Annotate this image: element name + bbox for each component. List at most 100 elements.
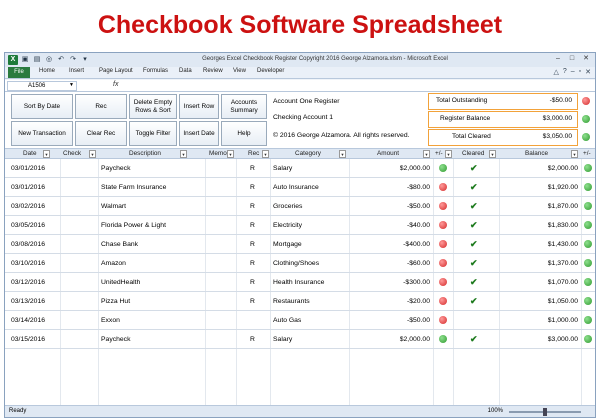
customize-dropdown-icon[interactable]: ▾	[80, 55, 90, 65]
category-filter-icon[interactable]: ▼	[339, 150, 346, 158]
tab-file[interactable]: File	[8, 67, 30, 78]
ribbon-right-icons: △ ? – ▫ ✕	[553, 68, 591, 76]
cleared-check-icon[interactable]: ✔	[470, 296, 478, 307]
table-row[interactable]: 03/05/2016 Florida Power & Light R Electric…	[5, 216, 595, 235]
new-transaction-button[interactable]: New Transaction	[11, 121, 73, 146]
date-filter-icon[interactable]: ▼	[43, 150, 50, 158]
cell-amount: -$300.00	[403, 279, 430, 286]
cleared-filter-icon[interactable]: ▼	[489, 150, 496, 158]
cleared-check-icon[interactable]: ✔	[470, 201, 478, 212]
plusminus-filter-icon[interactable]: ▼	[445, 150, 452, 158]
banner: Checkbook Software Spreadsheet	[0, 0, 600, 52]
table-row[interactable]: 03/13/2016 Pizza Hut R Restaurants -$20.00 ✔ $…	[5, 292, 595, 311]
cleared-check-icon[interactable]: ✔	[470, 220, 478, 231]
delete-empty-rows-button[interactable]: Delete Empty Rows & Sort	[129, 94, 177, 119]
cell-balance: $1,430.00	[547, 241, 578, 248]
rec-button[interactable]: Rec	[75, 94, 127, 119]
fx-icon[interactable]: fx	[113, 81, 118, 88]
tab-view[interactable]: View	[233, 68, 246, 74]
cleared-check-icon[interactable]: ✔	[470, 239, 478, 250]
accounts-summary-button[interactable]: Accounts Summary	[221, 94, 267, 119]
excel-app-icon[interactable]: X	[8, 55, 18, 65]
insert-row-button[interactable]: Insert Row	[179, 94, 219, 119]
cell-category: Health Insurance	[273, 279, 325, 286]
find-icon[interactable]: ◎	[44, 55, 54, 65]
cell-balance: $1,370.00	[547, 260, 578, 267]
memo-filter-icon[interactable]: ▼	[227, 150, 234, 158]
table-row[interactable]: 03/08/2016 Chase Bank R Mortgage -$400.00 ✔ $1…	[5, 235, 595, 254]
balance-status-icon	[584, 221, 592, 229]
cleared-check-icon[interactable]: ✔	[470, 182, 478, 193]
help-button[interactable]: Help	[221, 121, 267, 146]
print-icon[interactable]: ▤	[32, 55, 42, 65]
cell-rec: R	[250, 203, 255, 210]
minimize-icon[interactable]: –	[552, 54, 564, 64]
zoom-slider-handle[interactable]	[543, 408, 547, 416]
cleared-check-icon[interactable]: ✔	[470, 277, 478, 288]
undo-icon[interactable]: ↶	[56, 55, 66, 65]
name-box[interactable]: A1506	[7, 81, 77, 91]
redo-icon[interactable]: ↷	[68, 55, 78, 65]
check-filter-icon[interactable]: ▼	[89, 150, 96, 158]
total-outstanding-status-icon	[582, 97, 590, 105]
help-icon[interactable]: ?	[563, 68, 567, 76]
table-row[interactable]: 03/15/2016 Paycheck R Salary $2,000.00 ✔ $3,00…	[5, 330, 595, 349]
insert-date-button[interactable]: Insert Date	[179, 121, 219, 146]
header-category: Category	[295, 150, 321, 157]
balance-status-icon	[584, 259, 592, 267]
window-restore-icon[interactable]: ▫	[579, 68, 581, 76]
header-plusminus-2: +/-	[583, 150, 591, 157]
cell-rec: R	[250, 336, 255, 343]
cleared-check-icon[interactable]: ✔	[470, 334, 478, 345]
clear-rec-button[interactable]: Clear Rec	[75, 121, 127, 146]
register-balance-value: $3,000.00	[542, 115, 572, 122]
sort-by-date-button[interactable]: Sort By Date	[11, 94, 73, 119]
cleared-check-icon[interactable]: ✔	[470, 163, 478, 174]
tab-home[interactable]: Home	[39, 68, 55, 74]
tab-data[interactable]: Data	[179, 68, 192, 74]
cell-amount: -$50.00	[406, 203, 430, 210]
table-row[interactable]: 03/01/2016 Paycheck R Salary $2,000.00 ✔ $2,00…	[5, 159, 595, 178]
total-cleared-label: Total Cleared	[452, 133, 491, 140]
collapse-ribbon-icon[interactable]: △	[553, 68, 558, 76]
tab-insert[interactable]: Insert	[69, 68, 84, 74]
table-row[interactable]: 03/14/2016 Exxon Auto Gas -$50.00 $1,000.00	[5, 311, 595, 330]
amount-filter-icon[interactable]: ▼	[423, 150, 430, 158]
ribbon-tabs: File Home Insert Page Layout Formulas Da…	[5, 67, 595, 79]
tab-developer[interactable]: Developer	[257, 68, 284, 74]
toggle-filter-button[interactable]: Toggle Filter	[129, 121, 177, 146]
rec-filter-icon[interactable]: ▼	[262, 150, 269, 158]
window-minimize-icon[interactable]: –	[571, 68, 575, 76]
cleared-check-icon[interactable]: ✔	[470, 258, 478, 269]
name-box-dropdown-icon[interactable]: ▼	[69, 82, 74, 88]
cell-description: State Farm Insurance	[101, 184, 167, 191]
table-row[interactable]: 03/02/2016 Walmart R Groceries -$50.00 ✔ $1,87…	[5, 197, 595, 216]
description-filter-icon[interactable]: ▼	[180, 150, 187, 158]
register-balance-row: Register Balance $3,000.00	[428, 111, 594, 128]
header-rec: Rec	[248, 150, 260, 157]
amount-status-icon	[439, 316, 447, 324]
tab-page-layout[interactable]: Page Layout	[99, 68, 133, 74]
cell-balance: $3,000.00	[547, 336, 578, 343]
maximize-icon[interactable]: □	[566, 54, 578, 64]
tab-formulas[interactable]: Formulas	[143, 68, 168, 74]
tab-review[interactable]: Review	[203, 68, 223, 74]
table-row[interactable]: 03/10/2016 Amazon R Clothing/Shoes -$60.00 ✔ $…	[5, 254, 595, 273]
close-icon[interactable]: ✕	[580, 54, 592, 64]
cell-category: Clothing/Shoes	[273, 260, 320, 267]
window-close-icon[interactable]: ✕	[585, 68, 591, 76]
cell-description: Florida Power & Light	[101, 222, 166, 229]
table-row[interactable]: 03/12/2016 UnitedHealth R Health Insurance -…	[5, 273, 595, 292]
cell-amount: -$400.00	[403, 241, 430, 248]
balance-status-icon	[584, 183, 592, 191]
save-icon[interactable]: ▣	[20, 55, 30, 65]
cell-balance: $1,070.00	[547, 279, 578, 286]
total-outstanding-value: -$50.00	[549, 97, 572, 104]
cell-balance: $1,870.00	[547, 203, 578, 210]
total-cleared-row: Total Cleared $3,050.00	[428, 129, 594, 146]
cell-description: Walmart	[101, 203, 127, 210]
status-ready: Ready	[9, 408, 27, 414]
table-row[interactable]: 03/01/2016 State Farm Insurance R Auto Insu…	[5, 178, 595, 197]
cell-date: 03/05/2016	[11, 222, 46, 229]
balance-filter-icon[interactable]: ▼	[571, 150, 578, 158]
